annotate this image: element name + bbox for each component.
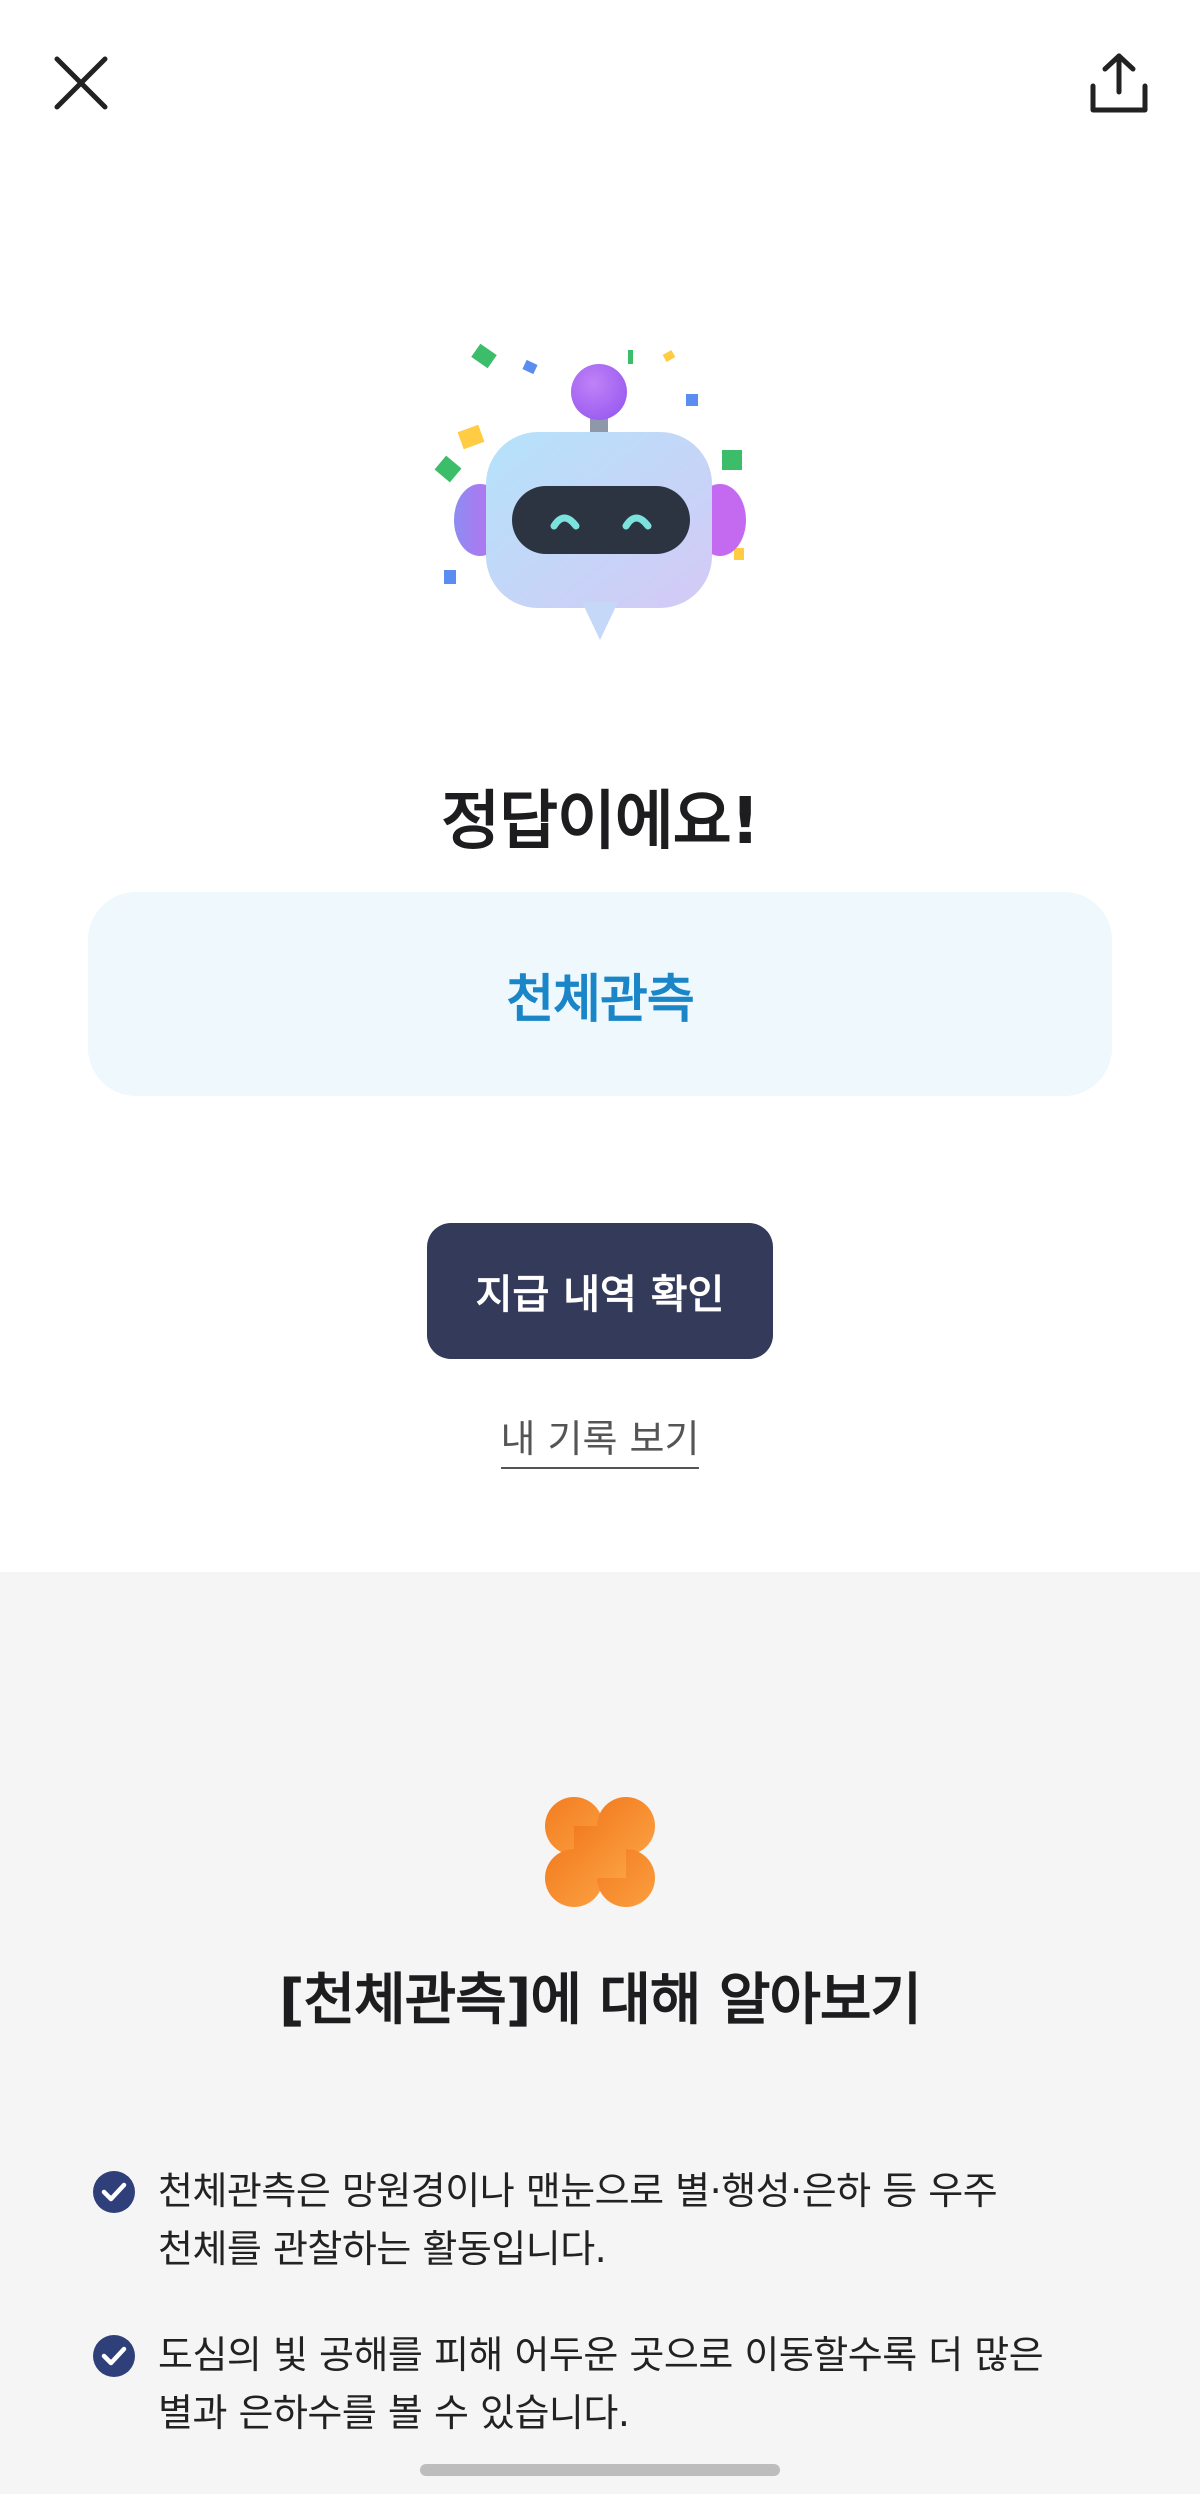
close-icon [54,56,108,110]
home-indicator[interactable] [420,2464,780,2476]
learn-title: [천체관측]에 대해 알아보기 [279,1968,922,2033]
close-button[interactable] [36,38,126,128]
fact-line: 천체관측은 망원경이나 맨눈으로 별·행성·은하 등 우주 [158,2169,998,2213]
share-button[interactable] [1074,38,1164,128]
fact-item: 천체관측은 망원경이나 맨눈으로 별·행성·은하 등 우주 천체를 관찰하는 활… [92,2162,1132,2278]
result-title: 정답이에요! [441,785,760,859]
my-record-link-container: 내 기록 보기 [0,1408,1200,1469]
robot-icon [434,343,746,640]
payment-history-button[interactable]: 지급 내역 확인 [427,1223,773,1359]
check-circle-icon [93,2171,135,2213]
my-record-link[interactable]: 내 기록 보기 [500,1417,700,1469]
share-upload-icon [1090,53,1148,113]
answer-box: 천체관측 [88,892,1112,1096]
fact-line: 별과 은하수를 볼 수 있습니다. [158,2391,630,2435]
fact-line: 도심의 빛 공해를 피해 어두운 곳으로 이동할수록 더 많은 [158,2333,1044,2377]
fact-text: 도심의 빛 공해를 피해 어두운 곳으로 이동할수록 더 많은 별과 은하수를 … [158,2326,1044,2442]
check-circle-icon [93,2335,135,2377]
clover-icon [543,1795,657,1909]
robot-mascot-illustration [420,330,780,660]
answer-text: 천체관측 [506,969,694,1030]
top-bar [0,0,1200,170]
fact-text: 천체관측은 망원경이나 맨눈으로 별·행성·은하 등 우주 천체를 관찰하는 활… [158,2162,998,2278]
fact-item: 도심의 빛 공해를 피해 어두운 곳으로 이동할수록 더 많은 별과 은하수를 … [92,2326,1132,2442]
fact-line: 천체를 관찰하는 활동입니다. [158,2227,607,2271]
